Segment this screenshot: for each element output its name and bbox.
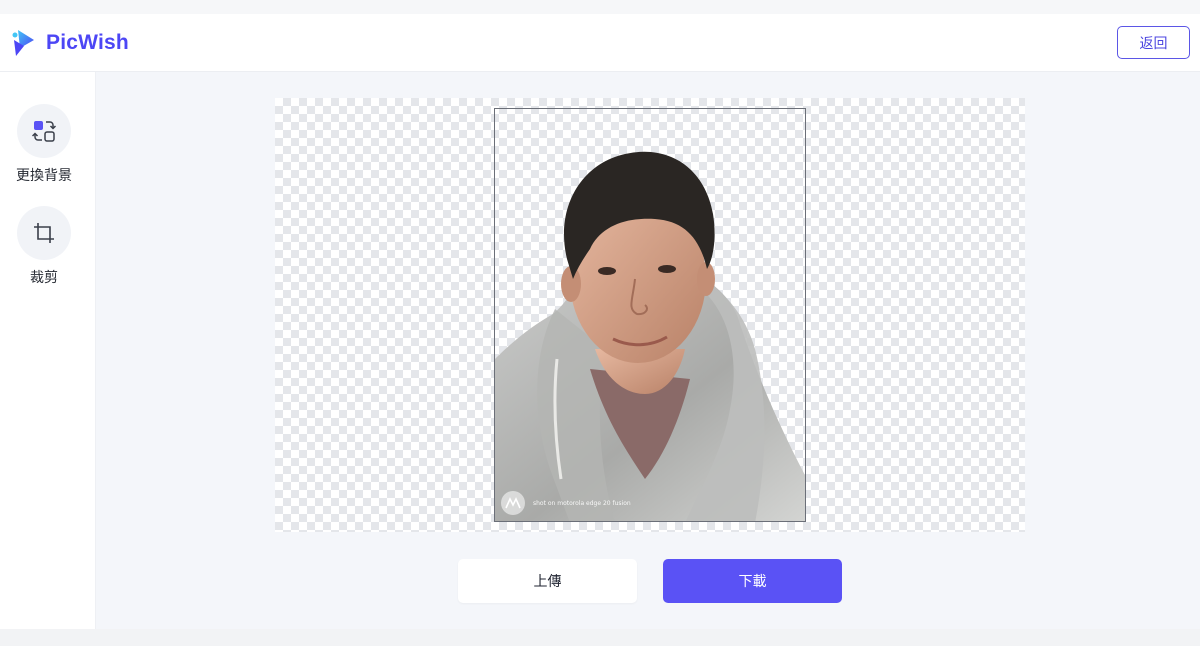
crop-icon xyxy=(34,223,54,243)
top-strip xyxy=(0,0,1200,14)
back-button[interactable]: 返回 xyxy=(1117,26,1190,59)
editor-main: shot on motorola edge 20 fusion 上傳 下載 xyxy=(96,72,1200,629)
crop-icon-wrap xyxy=(17,206,71,260)
swap-background-icon xyxy=(32,121,56,142)
download-button[interactable]: 下載 xyxy=(663,559,842,603)
swap-background-icon-wrap xyxy=(17,104,71,158)
bottom-strip xyxy=(0,629,1200,646)
person-cutout-image xyxy=(495,151,805,521)
tool-sidebar: 更換背景 裁剪 xyxy=(0,72,96,629)
sidebar-item-label: 裁剪 xyxy=(30,270,58,286)
image-crop-frame[interactable]: shot on motorola edge 20 fusion xyxy=(494,108,806,522)
motorola-logo-icon xyxy=(501,491,525,515)
upload-button[interactable]: 上傳 xyxy=(458,559,637,603)
sidebar-item-label: 更換背景 xyxy=(16,168,72,184)
brand-logo[interactable]: PicWish xyxy=(10,24,129,62)
header-bar: PicWish 返回 xyxy=(0,14,1200,72)
app-frame: PicWish 返回 更換背景 裁剪 shot on motorola edge… xyxy=(0,0,1200,646)
sidebar-item-change-background[interactable]: 更換背景 xyxy=(0,104,88,185)
sidebar-item-crop[interactable]: 裁剪 xyxy=(0,206,88,287)
camera-watermark: shot on motorola edge 20 fusion xyxy=(501,491,631,515)
watermark-text: shot on motorola edge 20 fusion xyxy=(533,499,631,507)
brand-name: PicWish xyxy=(46,31,129,54)
picwish-logo-icon xyxy=(12,30,34,56)
transparent-canvas: shot on motorola edge 20 fusion xyxy=(275,98,1025,532)
